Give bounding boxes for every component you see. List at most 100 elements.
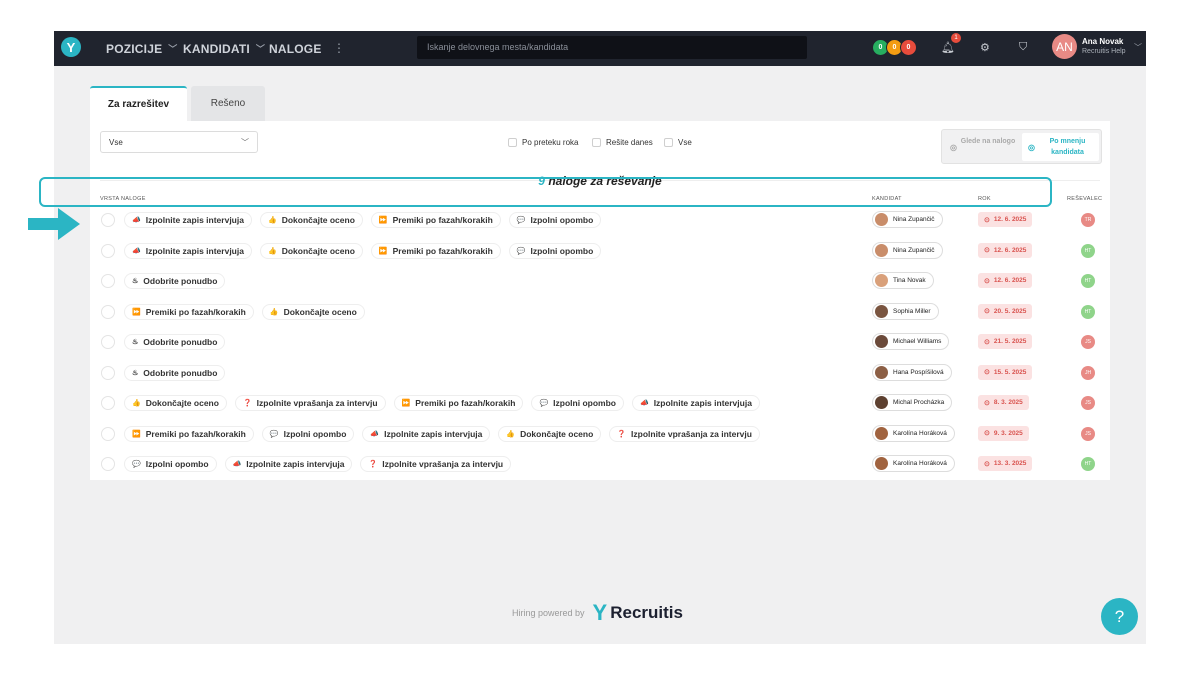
candidate-chip[interactable]: Nina Zupančič — [872, 241, 943, 259]
candidate-chip[interactable]: Karolína Horáková — [872, 424, 955, 442]
search-input[interactable]: Iskanje delovnega mesta/kandidata — [417, 36, 807, 59]
row-checkbox[interactable] — [101, 335, 115, 349]
task-row[interactable]: ⏩ Premiki po fazah/korakih 💬 Izpolni opombo… — [100, 421, 1100, 447]
more-menu-icon[interactable]: ⋮ — [333, 41, 345, 55]
task-tag[interactable]: 📣 Izpolnite zapis intervjuja — [124, 242, 252, 259]
task-type-icon: ❓ — [368, 461, 378, 468]
toggle-by-candidate[interactable]: ◎ Po mnenju kandidata — [1022, 133, 1099, 161]
gear-icon[interactable]: ⚙ — [980, 41, 990, 54]
task-tag[interactable]: ⏩ Premiki po fazah/korakih — [370, 242, 501, 259]
task-tags: 📣 Izpolnite zapis intervjuja 👍 Dokončajte o… — [124, 212, 602, 228]
task-tag[interactable]: 💬 Izpolni opombo — [508, 212, 602, 228]
candidate-chip[interactable]: Michal Procházka — [872, 394, 953, 411]
task-row[interactable]: 📣 Izpolnite zapis intervjuja 👍 Dokončajte o… — [100, 207, 1100, 233]
task-tag[interactable]: ⏩ Premiki po fazah/korakih — [124, 303, 254, 320]
toggle-by-task[interactable]: ◎ Glede na nalogo — [944, 133, 1018, 161]
checkbox[interactable] — [592, 138, 601, 147]
shield-icon[interactable]: ⛉ — [1019, 41, 1027, 54]
task-tag[interactable]: ♨ Odobrite ponudbo — [124, 334, 226, 350]
clock-icon: ⊙ — [984, 216, 990, 224]
task-row[interactable]: ♨ Odobrite ponudbo Tina Novak ⊙ 12. 6. 202… — [100, 268, 1100, 294]
task-type-icon: ⏩ — [378, 217, 388, 224]
task-tag[interactable]: 👍 Dokončajte oceno — [124, 395, 227, 411]
target-icon: ◎ — [950, 143, 957, 152]
resolver-avatar[interactable]: HT — [1081, 243, 1095, 258]
task-row[interactable]: 💬 Izpolni opombo 📣 Izpolnite zapis intervju… — [100, 451, 1100, 477]
candidate-chip[interactable]: Sophia Miller — [872, 302, 939, 320]
resolver-avatar[interactable]: HT — [1081, 304, 1095, 319]
task-tag[interactable]: 👍 Dokončajte oceno — [498, 425, 602, 442]
nav-item-naloge[interactable]: NALOGE — [269, 31, 322, 66]
task-tag[interactable]: 💬 Izpolni opombo — [531, 395, 624, 411]
tab-za-razresitev[interactable]: Za razrešitev — [90, 86, 187, 121]
resolver-avatar[interactable]: JS — [1081, 335, 1095, 349]
task-row[interactable]: ⏩ Premiki po fazah/korakih 👍 Dokončajte oce… — [100, 299, 1100, 325]
candidate-avatar — [875, 396, 888, 409]
row-checkbox[interactable] — [101, 396, 115, 410]
task-tag[interactable]: 📣 Izpolnite zapis intervjuja — [124, 212, 252, 228]
task-tag[interactable]: 👍 Dokončajte oceno — [261, 303, 365, 320]
row-checkbox[interactable] — [101, 304, 115, 319]
filter-all[interactable]: Vse — [664, 138, 692, 147]
tab-reseno[interactable]: Rešeno — [191, 86, 265, 121]
filter-today[interactable]: Rešite danes — [592, 138, 653, 147]
chevron-down-icon[interactable]: ﹀ — [1134, 42, 1142, 53]
clock-icon: ⊙ — [984, 247, 990, 254]
task-tag[interactable]: 👍 Dokončajte oceno — [259, 242, 363, 259]
resolver-avatar[interactable]: HT — [1081, 457, 1095, 471]
app-window: Y POZICIJE ﹀ KANDIDATI ﹀ NALOGE ⋮ Iskanje … — [54, 31, 1146, 644]
task-tag[interactable]: 💬 Izpolni opombo — [261, 425, 355, 442]
nav-item-kandidati[interactable]: KANDIDATI ﹀ — [183, 31, 265, 66]
chevron-down-icon: ﹀ — [168, 44, 178, 54]
clock-icon: ⊙ — [984, 277, 990, 285]
task-tag[interactable]: 👍 Dokončajte oceno — [259, 212, 363, 228]
task-type-select[interactable]: Vse ﹀ — [100, 131, 258, 153]
task-row[interactable]: ♨ Odobrite ponudbo Michael Williams ⊙ 21. … — [100, 329, 1100, 355]
task-tag[interactable]: ♨ Odobrite ponudbo — [124, 273, 226, 289]
row-checkbox[interactable] — [101, 457, 115, 471]
resolver-avatar[interactable]: TR — [1081, 213, 1095, 227]
task-tag[interactable]: ❓ Izpolnite vprašanja za intervju — [609, 425, 760, 442]
row-checkbox[interactable] — [101, 274, 115, 288]
task-type-icon: ⏩ — [132, 308, 141, 316]
row-checkbox[interactable] — [101, 426, 115, 441]
candidate-chip[interactable]: Karolína Horáková — [872, 455, 955, 472]
row-checkbox[interactable] — [101, 365, 115, 380]
task-tag[interactable]: 📣 Izpolnite zapis intervjuja — [224, 456, 353, 472]
recruitis-brand[interactable]: Y Recruitis — [593, 600, 683, 626]
candidate-chip[interactable]: Tina Novak — [872, 272, 934, 289]
counter-red[interactable]: 0 — [900, 39, 917, 56]
task-tag[interactable]: 💬 Izpolni opombo — [508, 242, 602, 259]
resolver-avatar[interactable]: JH — [1081, 365, 1095, 380]
recruitis-logo-icon[interactable]: Y — [61, 37, 81, 57]
row-checkbox[interactable] — [101, 213, 115, 227]
nav-item-pozicije[interactable]: POZICIJE ﹀ — [106, 31, 177, 66]
filter-overdue[interactable]: Po preteku roka — [508, 138, 578, 147]
task-tag[interactable]: 📣 Izpolnite zapis intervjuja — [362, 425, 491, 442]
task-tag[interactable]: ♨ Odobrite ponudbo — [124, 364, 226, 381]
task-row[interactable]: 👍 Dokončajte oceno ❓ Izpolnite vprašanja za… — [100, 390, 1100, 416]
task-tags: 💬 Izpolni opombo 📣 Izpolnite zapis intervju… — [124, 456, 512, 472]
task-row[interactable]: 📣 Izpolnite zapis intervjuja 👍 Dokončajte o… — [100, 238, 1100, 264]
resolver-avatar[interactable]: JS — [1081, 396, 1095, 410]
candidate-chip[interactable]: Nina Zupančič — [872, 211, 943, 228]
candidate-chip[interactable]: Michael Williams — [872, 333, 950, 350]
task-row[interactable]: ♨ Odobrite ponudbo Hana Pospíšilová ⊙ 15. … — [100, 360, 1100, 386]
help-button[interactable]: ? — [1101, 598, 1138, 635]
task-tag[interactable]: 💬 Izpolni opombo — [124, 456, 217, 472]
checkbox[interactable] — [508, 138, 517, 147]
task-tag[interactable]: 📣 Izpolnite zapis intervjuja — [631, 395, 760, 411]
row-checkbox[interactable] — [101, 243, 115, 258]
candidate-chip[interactable]: Hana Pospíšilová — [872, 363, 952, 381]
task-tag[interactable]: ⏩ Premiki po fazah/korakih — [124, 425, 254, 442]
task-tag[interactable]: ⏩ Premiki po fazah/korakih — [393, 395, 524, 411]
task-tag[interactable]: ❓ Izpolnite vprašanja za intervju — [234, 395, 386, 411]
user-name[interactable]: Ana Novak — [1082, 37, 1123, 46]
checkbox[interactable] — [664, 138, 673, 147]
resolver-avatar[interactable]: HT — [1081, 274, 1095, 288]
bell-icon[interactable]: 🔔︎ — [941, 41, 955, 54]
task-tag[interactable]: ❓ Izpolnite vprašanja za intervju — [360, 456, 512, 472]
user-avatar[interactable]: AN — [1052, 34, 1077, 59]
resolver-avatar[interactable]: JS — [1081, 426, 1095, 441]
task-tag[interactable]: ⏩ Premiki po fazah/korakih — [370, 212, 501, 228]
